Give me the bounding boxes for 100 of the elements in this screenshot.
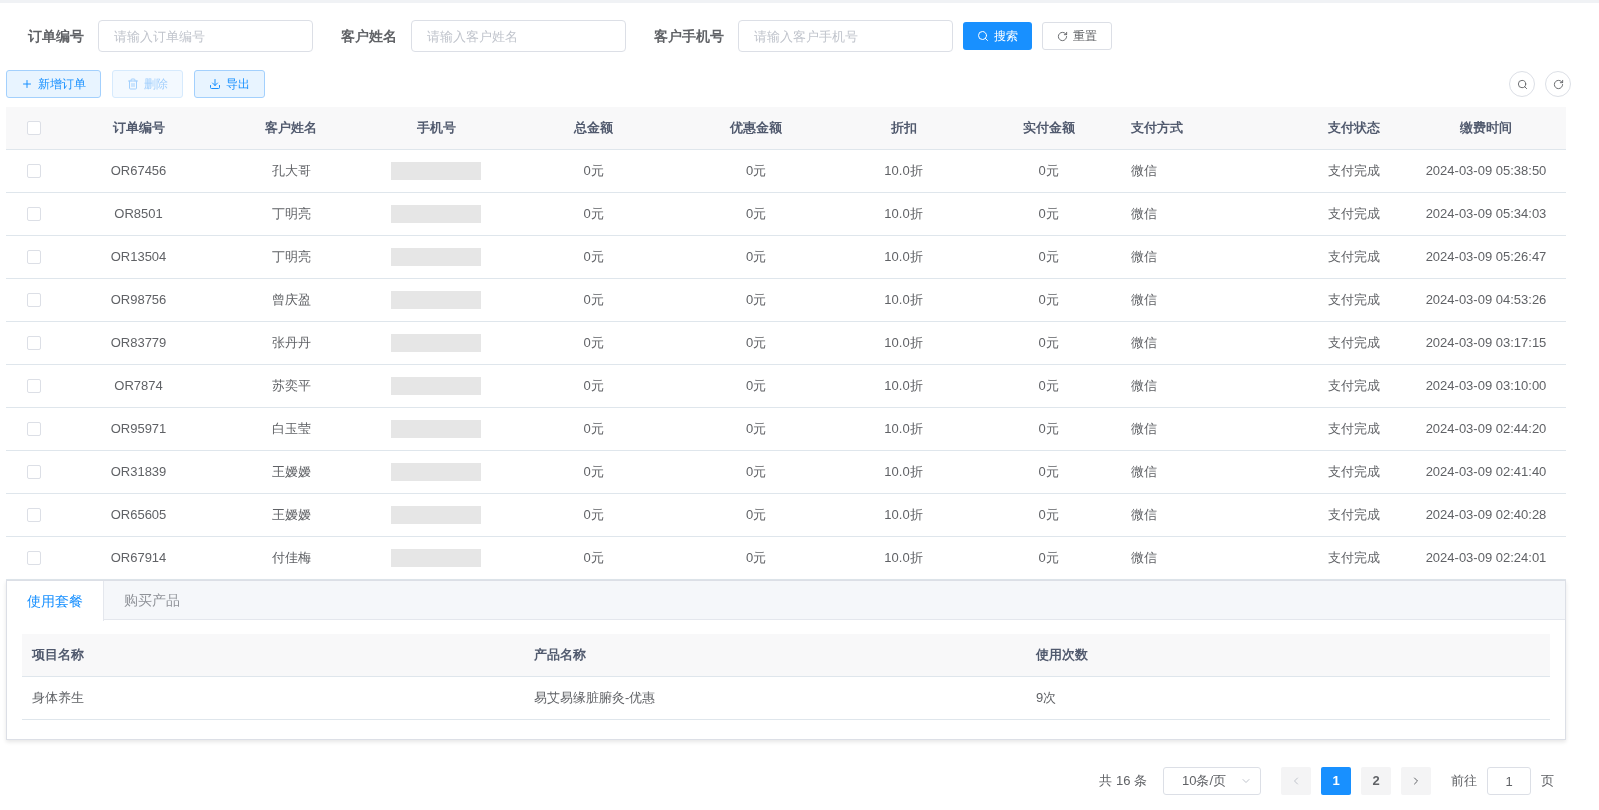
field-label: 客户手机号 bbox=[654, 26, 724, 46]
search-icon bbox=[977, 30, 989, 42]
checkbox[interactable] bbox=[26, 465, 41, 479]
table-cell-text: 2024-03-09 02:40:28 bbox=[1425, 506, 1547, 525]
table-cell-text: 0元 bbox=[745, 377, 767, 396]
table-cell-text: 0元 bbox=[583, 420, 604, 439]
tab[interactable]: 购买产品 bbox=[104, 581, 200, 620]
total-count: 共 16 条 bbox=[1099, 772, 1147, 791]
table-cell-text: 2024-03-09 02:24:01 bbox=[1425, 549, 1547, 568]
table-cell-text: 10.0折 bbox=[884, 506, 923, 525]
table-cell-text: OR31839 bbox=[110, 463, 167, 482]
table-cell-text: 2024-03-09 05:38:50 bbox=[1425, 162, 1547, 181]
goto-suffix: 页 bbox=[1541, 772, 1554, 791]
toolbar-button[interactable]: 导出 bbox=[194, 70, 265, 98]
table-cell-text: 10.0折 bbox=[884, 162, 923, 181]
checkbox[interactable] bbox=[26, 508, 41, 522]
table-cell-text: 支付完成 bbox=[1327, 334, 1380, 353]
table-cell-text: 支付完成 bbox=[1327, 463, 1380, 482]
checkbox[interactable] bbox=[26, 336, 41, 350]
column-header: 手机号 bbox=[416, 119, 456, 138]
checkbox[interactable] bbox=[26, 250, 41, 264]
table-cell-text: 0元 bbox=[1038, 549, 1059, 568]
table-cell-text: OR13504 bbox=[110, 248, 167, 267]
table-cell-text: 0元 bbox=[583, 205, 604, 224]
column-header: 实付金额 bbox=[1022, 119, 1075, 138]
toolbar-button[interactable]: 新增订单 bbox=[6, 70, 101, 98]
checkbox[interactable] bbox=[26, 379, 41, 393]
table-cell-text: 0元 bbox=[745, 334, 767, 353]
table-cell-text: 0元 bbox=[583, 377, 604, 396]
table-cell-text: 0元 bbox=[1038, 162, 1059, 181]
table-cell-text: 微信 bbox=[1131, 291, 1157, 310]
table-cell-text: 10.0折 bbox=[884, 291, 923, 310]
table-cell-text: 2024-03-09 03:17:15 bbox=[1425, 334, 1547, 353]
table-cell-text: 0元 bbox=[745, 248, 767, 267]
table-cell-text: 0元 bbox=[583, 162, 604, 181]
page-input[interactable]: 1 bbox=[1487, 767, 1531, 795]
table-cell-text: 10.0折 bbox=[884, 377, 923, 396]
search-button[interactable]: 搜索 bbox=[963, 22, 1032, 50]
field-label: 客户姓名 bbox=[341, 26, 397, 46]
table-cell-text: 10.0折 bbox=[884, 248, 923, 267]
table-cell-text: 微信 bbox=[1131, 334, 1157, 353]
table-cell: 易艾易缘脏腑灸-优惠 bbox=[534, 690, 656, 706]
tab[interactable]: 使用套餐 bbox=[7, 581, 104, 621]
table-cell-text: 苏奕平 bbox=[271, 377, 311, 396]
input-field[interactable]: 请输入客户手机号 bbox=[738, 20, 953, 52]
table-cell-text: OR98756 bbox=[110, 291, 167, 310]
table-cell-text: 丁明亮 bbox=[271, 248, 311, 267]
checkbox[interactable] bbox=[26, 207, 41, 221]
table-cell-text: 支付完成 bbox=[1327, 549, 1380, 568]
search-icon bbox=[1516, 78, 1528, 90]
refresh-icon bbox=[1552, 78, 1564, 90]
table-cell-text: 微信 bbox=[1131, 205, 1157, 224]
table-cell-text: 2024-03-09 02:41:40 bbox=[1425, 463, 1547, 482]
table-cell-text: OR65605 bbox=[110, 506, 167, 525]
checkbox[interactable] bbox=[26, 121, 41, 135]
table-cell-text: 2024-03-09 05:34:03 bbox=[1425, 205, 1547, 224]
table-cell-text: 丁明亮 bbox=[271, 205, 311, 224]
column-header: 产品名称 bbox=[534, 647, 586, 663]
column-header: 缴费时间 bbox=[1460, 119, 1512, 138]
checkbox[interactable] bbox=[26, 422, 41, 436]
table-cell-text: 王嫒嫒 bbox=[271, 506, 311, 525]
table-cell-text: 付佳梅 bbox=[271, 549, 311, 568]
input-field[interactable]: 请输入客户姓名 bbox=[411, 20, 626, 52]
table-cell-text: 微信 bbox=[1131, 549, 1157, 568]
page-size-select[interactable]: 10条/页 bbox=[1163, 767, 1261, 795]
reset-button[interactable]: 重置 bbox=[1042, 22, 1112, 50]
table-cell-text: 支付完成 bbox=[1327, 420, 1380, 439]
checkbox[interactable] bbox=[26, 551, 41, 565]
table-cell-text: OR8501 bbox=[114, 205, 163, 224]
checkbox[interactable] bbox=[26, 293, 41, 307]
table-cell-text: 0元 bbox=[1038, 420, 1059, 439]
table-cell-text: 2024-03-09 03:10:00 bbox=[1425, 377, 1547, 396]
table-cell-text: 0元 bbox=[583, 291, 604, 310]
table-cell-text: 0元 bbox=[745, 463, 767, 482]
column-header: 优惠金额 bbox=[730, 119, 782, 138]
checkbox[interactable] bbox=[26, 164, 41, 178]
page-button[interactable]: 2 bbox=[1361, 767, 1391, 795]
table-cell-text: 微信 bbox=[1131, 420, 1157, 439]
table-cell-text: 2024-03-09 05:26:47 bbox=[1425, 248, 1547, 267]
table-cell-text: 张丹丹 bbox=[271, 334, 311, 353]
table-cell-text: 微信 bbox=[1131, 248, 1157, 267]
table-cell-text: 曾庆盈 bbox=[271, 291, 311, 310]
table-cell-text: 0元 bbox=[745, 162, 767, 181]
table-cell-text: 10.0折 bbox=[884, 463, 923, 482]
table-cell-text: 0元 bbox=[1038, 291, 1059, 310]
table-cell-text: 0元 bbox=[1038, 248, 1059, 267]
table-cell-text: 0元 bbox=[583, 506, 604, 525]
table-cell-text: 支付完成 bbox=[1327, 205, 1380, 224]
table-cell-text: OR67456 bbox=[110, 162, 167, 181]
input-field[interactable]: 请输入订单编号 bbox=[98, 20, 313, 52]
column-header: 使用次数 bbox=[1036, 647, 1088, 663]
column-header: 支付方式 bbox=[1131, 119, 1183, 138]
table-cell-text: 10.0折 bbox=[884, 334, 923, 353]
table-cell-text: 10.0折 bbox=[884, 549, 923, 568]
table-cell-text: 白玉莹 bbox=[271, 420, 311, 439]
table-cell-text: 支付完成 bbox=[1327, 162, 1380, 181]
page-button[interactable]: 1 bbox=[1321, 767, 1351, 795]
next-page-button[interactable] bbox=[1401, 767, 1431, 795]
previous-page-button[interactable] bbox=[1281, 767, 1311, 795]
table-cell-text: 支付完成 bbox=[1327, 248, 1380, 267]
